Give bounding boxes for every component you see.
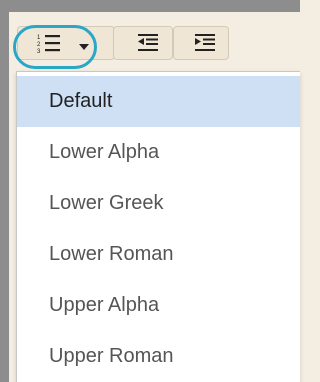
- window-edge-left: [0, 0, 9, 382]
- list-style-dropdown: Default Lower Alpha Lower Greek Lower Ro…: [16, 71, 300, 382]
- menu-item-lower-alpha[interactable]: Lower Alpha: [17, 127, 300, 178]
- window-edge-top: [0, 0, 300, 12]
- menu-item-lower-greek[interactable]: Lower Greek: [17, 178, 300, 229]
- outdent-icon: [138, 34, 158, 51]
- menu-item-upper-roman[interactable]: Upper Roman: [17, 331, 300, 382]
- menu-item-upper-alpha[interactable]: Upper Alpha: [17, 280, 300, 331]
- indent-icon: [195, 34, 215, 51]
- highlight-ring: [13, 25, 97, 69]
- menu-item-default[interactable]: Default: [17, 76, 300, 127]
- list-toolbar: 1 2 3: [9, 12, 300, 72]
- menu-item-lower-roman[interactable]: Lower Roman: [17, 229, 300, 280]
